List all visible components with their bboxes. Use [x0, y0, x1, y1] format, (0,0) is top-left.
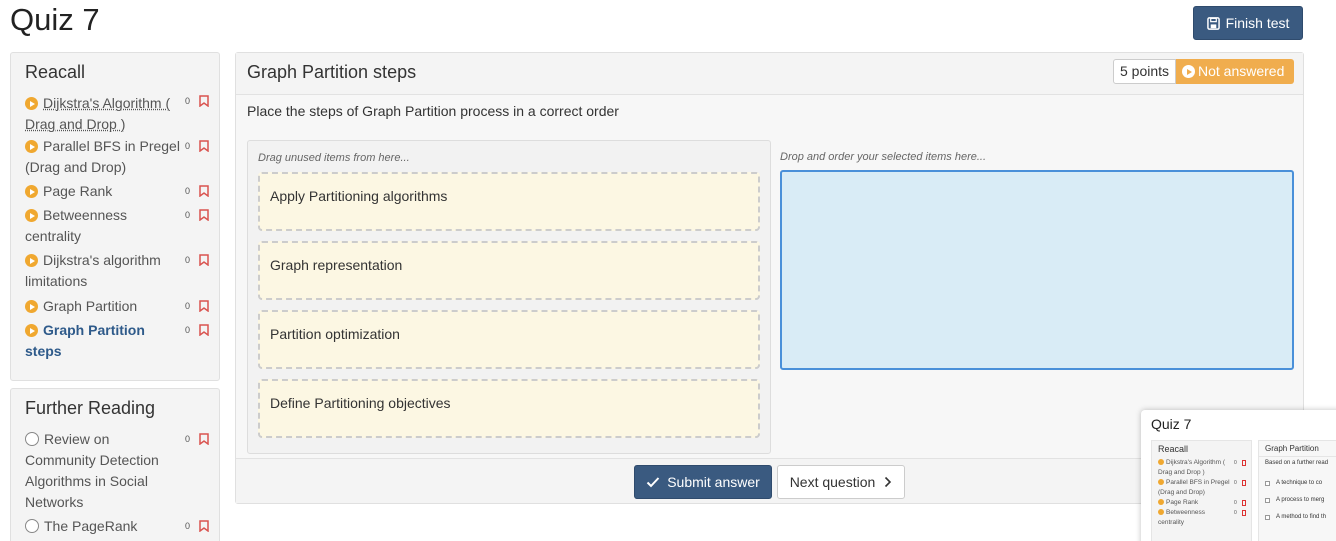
play-icon: [25, 185, 38, 198]
bookmark-icon[interactable]: [199, 520, 209, 532]
chevron-right-icon: [885, 476, 892, 488]
sidebar-item-parallel-bfs[interactable]: Parallel BFS in Pregel (Drag and Drop) 0: [11, 136, 219, 181]
further-reading-panel: Further Reading Review on Community Dete…: [10, 388, 220, 541]
thumbnail-side-item: Page Rank 0: [1152, 498, 1251, 508]
source-hint: Drag unused items from here...: [258, 152, 410, 164]
thumbnail-option: A technique to co: [1259, 480, 1336, 486]
further-reading-title: Further Reading: [25, 398, 156, 418]
thumbnail-side-item: (Drag and Drop): [1158, 489, 1205, 496]
thumbnail-side-title: Reacall: [1158, 444, 1189, 454]
thumbnail-side-item: Drag and Drop ): [1158, 469, 1205, 476]
count-badge: 0: [185, 255, 191, 265]
bookmark-icon[interactable]: [199, 254, 209, 266]
target-hint: Drop and order your selected items here.…: [780, 151, 987, 163]
count-badge: 0: [185, 521, 191, 531]
bookmark-icon[interactable]: [199, 209, 209, 221]
sidebar-item-pagerank[interactable]: The PageRank 0: [11, 516, 219, 540]
play-icon: [25, 140, 38, 153]
sidebar-item-dijkstra-limitations[interactable]: Dijkstra's algorithm limitations 0: [11, 250, 219, 296]
thumbnail-title: Quiz 7: [1151, 416, 1192, 432]
drag-item[interactable]: Graph representation: [258, 241, 760, 300]
count-badge: 0: [185, 301, 191, 311]
submit-answer-button[interactable]: Submit answer: [634, 465, 772, 499]
finish-test-button[interactable]: Finish test: [1193, 6, 1303, 40]
next-question-label: Next question: [789, 474, 876, 490]
thumbnail-main-title: Graph Partition: [1259, 441, 1336, 457]
sidebar-item-graph-partition[interactable]: Graph Partition 0: [11, 296, 219, 320]
thumbnail-option: A process to merg: [1259, 497, 1336, 503]
screenshot-thumbnail[interactable]: Quiz 7 Reacall Dijkstra's Algorithm (0 D…: [1141, 410, 1336, 541]
next-question-button[interactable]: Next question: [777, 465, 905, 499]
submit-answer-label: Submit answer: [667, 474, 760, 490]
count-badge: 0: [185, 96, 191, 106]
play-icon: [25, 97, 38, 110]
recall-title: Reacall: [25, 62, 86, 82]
count-badge: 0: [185, 434, 191, 444]
play-icon: [25, 300, 38, 313]
count-badge: 0: [185, 325, 191, 335]
recall-panel: Reacall Dijkstra's Algorithm ( Drag and …: [10, 52, 220, 381]
check-icon: [646, 477, 660, 488]
question-title: Graph Partition steps: [247, 62, 417, 82]
bookmark-icon[interactable]: [199, 324, 209, 336]
status-badge: Not answered: [1176, 59, 1294, 84]
thumbnail-side-item: Betweenness 0: [1152, 508, 1251, 518]
question-text: Place the steps of Graph Partition proce…: [247, 103, 619, 119]
question-header: Graph Partition steps 5 points Not answe…: [236, 53, 1303, 95]
status-label: Not answered: [1198, 63, 1285, 79]
thumbnail-main-text: Based on a further read: [1265, 460, 1329, 466]
play-icon: [1182, 65, 1195, 78]
save-icon: [1206, 16, 1220, 30]
thumbnail-main: Graph Partition Based on a further read …: [1258, 440, 1336, 541]
play-icon: [25, 254, 38, 267]
sidebar-item-community-detection[interactable]: Review on Community Detection Algorithms…: [11, 427, 219, 516]
bookmark-icon[interactable]: [199, 140, 209, 152]
source-list: Drag unused items from here... Apply Par…: [247, 140, 771, 454]
play-icon: [25, 324, 38, 337]
points-badge: 5 points: [1113, 59, 1177, 84]
bookmark-icon[interactable]: [199, 300, 209, 312]
bookmark-icon[interactable]: [199, 185, 209, 197]
thumbnail-side-item: centrality: [1158, 519, 1185, 526]
drag-item[interactable]: Partition optimization: [258, 310, 760, 369]
bookmark-icon[interactable]: [199, 95, 209, 107]
thumbnail-side-item: Dijkstra's Algorithm (0: [1152, 458, 1251, 468]
page-title: Quiz 7: [10, 2, 100, 37]
drag-item[interactable]: Define Partitioning objectives: [258, 379, 760, 438]
drag-item[interactable]: Apply Partitioning algorithms: [258, 172, 760, 231]
sidebar-item-page-rank[interactable]: Page Rank 0: [11, 181, 219, 205]
circle-icon: [25, 432, 39, 446]
sidebar-item-graph-partition-steps[interactable]: Graph Partition steps 0: [11, 320, 219, 365]
count-badge: 0: [185, 210, 191, 220]
bookmark-icon[interactable]: [199, 433, 209, 445]
play-icon: [25, 209, 38, 222]
count-badge: 0: [185, 186, 191, 196]
finish-test-label: Finish test: [1225, 15, 1290, 31]
sidebar-item-betweenness[interactable]: Betweenness centrality 0: [11, 205, 219, 250]
sidebar-item-dijkstra-dnd[interactable]: Dijkstra's Algorithm ( Drag and Drop ) 0: [11, 91, 219, 136]
circle-icon: [25, 519, 39, 533]
drop-zone[interactable]: [780, 170, 1294, 370]
thumbnail-option: A method to find th: [1259, 514, 1336, 520]
thumbnail-sidebar: Reacall Dijkstra's Algorithm (0 Drag and…: [1151, 440, 1252, 541]
thumbnail-side-item: Parallel BFS in Pregel 0: [1152, 478, 1251, 488]
count-badge: 0: [185, 141, 191, 151]
